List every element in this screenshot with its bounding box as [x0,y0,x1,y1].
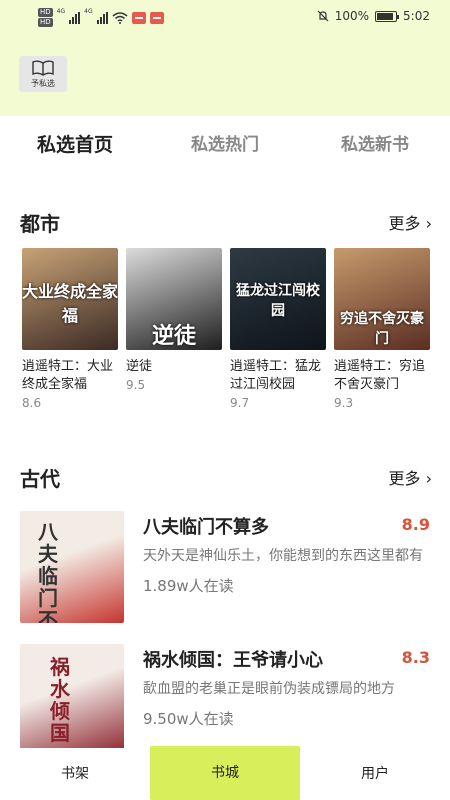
reader-count: 9.50w人在读 [143,710,234,728]
book-description: 天外天是神仙乐土，你能想到的东西这里都有 [143,548,423,564]
reader-count: 1.89w人在读 [143,577,234,595]
nav-bookshelf[interactable]: 书架 [0,748,150,800]
more-link[interactable]: 更多 › [389,210,433,234]
book-cover: 猛龙过江闯校园 [230,248,326,350]
signal-icon [69,12,81,24]
book-card[interactable]: 大业终成全家福 逍遥特工：大业终成全家福 8.6 [22,248,118,410]
book-cover: 八夫临门不算多 [20,511,124,623]
header-area: HD HD 4G 4G 100% 5:02 予私选 [0,0,450,116]
section-title: 古代 [20,466,60,491]
network-type: 4G [84,8,93,15]
cover-text: 大业终成全家福 [22,282,118,325]
book-score: 9.5 [126,378,146,392]
hd-indicators: HD HD [38,8,53,28]
book-cover: 逆徒 [126,248,222,350]
book-score: 8.3 [401,648,430,667]
network-type: 4G [56,8,66,15]
nav-user[interactable]: 用户 [300,748,450,800]
status-bar: HD HD 4G 4G 100% 5:02 [0,0,450,34]
tab-hot[interactable]: 私选热门 [150,120,300,170]
book-title: 逍遥特工：穷追不舍灭豪门 [334,359,426,392]
book-title: 逍遥特工：猛龙过江闯校园 [230,359,322,392]
signal-icon [96,12,108,24]
more-link[interactable]: 更多 › [389,465,433,489]
ancient-section-header: 古代 更多 › [20,462,432,492]
nav-bookstore[interactable]: 书城 [150,746,300,800]
book-cover: 祸水倾国 [20,644,124,756]
status-left: HD HD 4G 4G [38,8,164,28]
book-score: 9.7 [230,396,250,410]
book-card[interactable]: 猛龙过江闯校园 逍遥特工：猛龙过江闯校园 9.7 [230,248,326,410]
book-card[interactable]: 穷追不舍灭豪门 逍遥特工：穷追不舍灭豪门 9.3 [334,248,430,410]
book-score: 8.6 [22,396,42,410]
book-icon [32,60,54,76]
notification-badge-icon [131,12,146,24]
clock: 5:02 [403,9,430,23]
tab-new[interactable]: 私选新书 [300,120,450,170]
hd-badge: HD [38,18,53,27]
battery-icon [375,10,400,22]
private-pick-button[interactable]: 予私选 [19,56,67,92]
book-title: 逆徒 [126,359,153,374]
cover-text: 逆徒 [151,324,196,349]
private-pick-label: 予私选 [31,78,55,88]
cover-text: 祸水倾国 [50,655,70,745]
urban-section-header: 都市 更多 › [20,207,432,237]
book-score: 9.3 [334,396,354,410]
book-title: 八夫临门不算多 [143,517,269,538]
book-title: 祸水倾国：王爷请小心 [143,650,323,671]
urban-book-grid: 大业终成全家福 逍遥特工：大业终成全家福 8.6 逆徒 逆徒 9.5 猛龙过江闯… [22,248,432,410]
book-title: 逍遥特工：大业终成全家福 [22,359,114,392]
cover-text: 穷追不舍灭豪门 [340,311,424,347]
wifi-icon [112,12,128,24]
hd-badge: HD [38,8,53,17]
cover-text: 猛龙过江闯校园 [236,283,320,319]
battery-percent: 100% [334,9,370,23]
section-title: 都市 [20,211,60,236]
notification-badge-icon [149,12,164,24]
top-tabs: 私选首页 私选热门 私选新书 [0,120,450,170]
book-cover: 大业终成全家福 [22,248,118,350]
book-score: 8.9 [401,515,430,534]
list-item[interactable]: 祸水倾国 祸水倾国：王爷请小心 8.3 歃血盟的老巢正是眼前伪装成镖局的地方 9… [20,644,430,756]
app-screen: HD HD 4G 4G 100% 5:02 予私选 私选首页 私选热门 私选新书… [0,0,450,800]
book-description: 歃血盟的老巢正是眼前伪装成镖局的地方 [143,681,395,697]
bottom-nav: 书架 书城 用户 [0,746,450,800]
status-right: 100% 5:02 [317,9,430,23]
mute-icon [317,10,329,22]
book-card[interactable]: 逆徒 逆徒 9.5 [126,248,222,410]
tab-home[interactable]: 私选首页 [0,120,150,170]
book-cover: 穷追不舍灭豪门 [334,248,430,350]
cover-text: 八夫临门不算多 [38,520,58,623]
list-item[interactable]: 八夫临门不算多 八夫临门不算多 8.9 天外天是神仙乐土，你能想到的东西这里都有… [20,511,430,623]
